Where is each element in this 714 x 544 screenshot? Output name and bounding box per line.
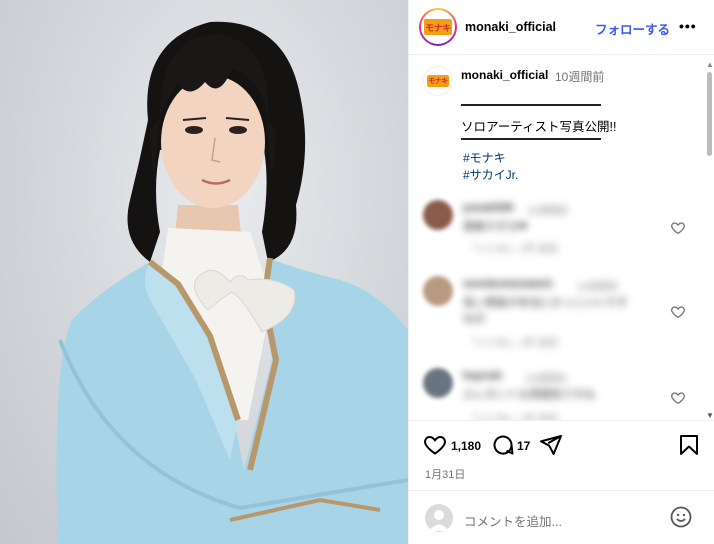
comment-meta[interactable]: 「いいね!」1件 返信 — [467, 410, 558, 420]
comment-username[interactable]: yuna0308 — [463, 202, 513, 214]
comment-input[interactable]: コメントを追加... — [464, 511, 562, 530]
follow-button[interactable]: フォローする — [595, 19, 670, 38]
scroll-down-arrow[interactable]: ▼ — [706, 411, 714, 420]
emoji-icon[interactable] — [669, 505, 693, 529]
comment-time: 10週間前 — [577, 282, 619, 293]
user-icon — [425, 504, 453, 532]
comment-meta[interactable]: 「いいね!」1件 返信 — [467, 240, 558, 255]
caption-avatar[interactable]: モナキ — [423, 66, 453, 96]
portrait-illustration — [56, 21, 408, 544]
comment-text: 素敵すぎる❤ — [463, 221, 528, 233]
brand-logo: モナキ — [424, 19, 452, 35]
comment-composer: コメントを追加... — [409, 490, 714, 544]
heart-icon[interactable] — [670, 390, 686, 406]
commenter-avatar[interactable] — [423, 368, 453, 398]
likes-count[interactable]: 1,180 — [451, 439, 481, 453]
scrollbar[interactable]: ▲ ▼ — [705, 60, 714, 420]
caption-divider-top — [461, 104, 601, 106]
comment-time: 10週間前 — [525, 374, 567, 385]
brand-logo: モナキ — [427, 75, 449, 87]
comment-text: 長い黒髪が本当にかっこいいです — [463, 297, 628, 309]
comments-count[interactable]: 17 — [517, 439, 530, 453]
heart-icon[interactable] — [423, 433, 447, 457]
post-header: モナキ monaki_official フォローする ••• — [409, 0, 714, 55]
caption-time: 10週間前 — [555, 70, 605, 84]
comment-icon[interactable] — [491, 433, 515, 457]
comment-text: エレガントな雰囲気ですね — [463, 389, 595, 401]
heart-icon[interactable] — [670, 304, 686, 320]
commenter-avatar[interactable] — [423, 276, 453, 306]
comment-time: 10週間前 — [527, 206, 569, 217]
commenter-avatar[interactable] — [423, 200, 453, 230]
post-sidebar: モナキ monaki_official フォローする ••• モナキ monak… — [408, 0, 714, 544]
post-date: 1月31日 — [425, 469, 466, 481]
scroll-up-arrow[interactable]: ▲ — [706, 60, 714, 69]
profile-avatar[interactable]: モナキ — [419, 8, 457, 46]
hashtag-link[interactable]: #サカイJr. — [463, 166, 518, 183]
more-icon[interactable]: ••• — [679, 18, 697, 34]
hashtag-link[interactable]: #モナキ — [463, 149, 506, 166]
post-photo[interactable] — [0, 0, 408, 544]
scrollbar-thumb[interactable] — [707, 72, 712, 156]
comment-text: ね😊 — [463, 313, 486, 325]
comment-username[interactable]: sonokomizutani1 — [463, 278, 553, 290]
username-link[interactable]: monaki_official — [465, 20, 556, 34]
share-icon[interactable] — [539, 433, 563, 457]
caption-divider-bottom — [461, 138, 601, 140]
heart-icon[interactable] — [670, 220, 686, 236]
comment-meta[interactable]: 「いいね!」1件 返信 — [467, 334, 558, 349]
caption-text: ソロアーティスト写真公開!! — [461, 120, 617, 134]
bookmark-icon[interactable] — [677, 433, 701, 457]
comments-scroll-area[interactable]: モナキ monaki_official 10週間前 ソロアーティスト写真公開!!… — [409, 56, 714, 420]
action-bar: 1,180 17 1月31日 — [409, 420, 714, 490]
caption-username[interactable]: monaki_official — [461, 68, 548, 82]
comment-username[interactable]: hayruki — [463, 370, 502, 382]
